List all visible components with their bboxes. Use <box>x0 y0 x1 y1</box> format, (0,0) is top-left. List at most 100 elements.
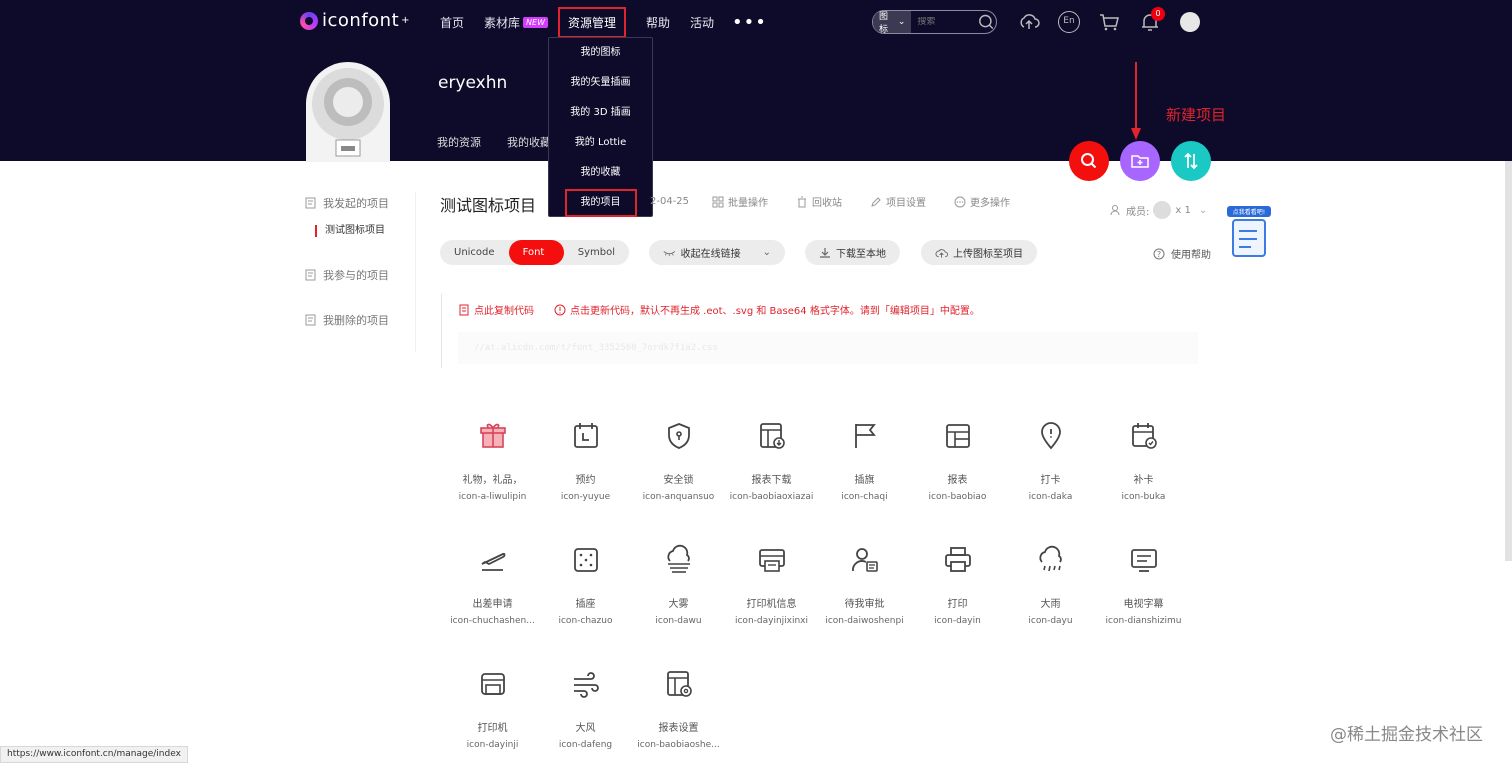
icon-card-class: icon-dayinjixinxi <box>734 616 809 626</box>
icon-card[interactable]: 报表设置 icon-baobiaoshe... <box>632 658 725 763</box>
search-input[interactable] <box>917 17 974 27</box>
search-icon[interactable] <box>977 12 996 32</box>
icon-card-name: 打印 <box>947 599 968 610</box>
cart-icon[interactable] <box>1098 11 1120 33</box>
profile-tab-favorites[interactable]: 我的收藏 <box>507 134 551 150</box>
icon-card[interactable]: 预约 icon-yuyue <box>539 410 632 520</box>
sidebar-item-joined[interactable]: 我参与的项目 <box>305 267 389 283</box>
icon-card[interactable]: 插座 icon-chazuo <box>539 534 632 644</box>
calendar-check-icon <box>1131 423 1157 449</box>
usage-help-link[interactable]: ? 使用帮助 <box>1153 246 1211 261</box>
sort-icon <box>1184 152 1198 170</box>
icon-card-class: icon-baobiaoxiazai <box>729 492 814 502</box>
browser-status-url: https://www.iconfont.cn/manage/index <box>0 746 188 763</box>
icon-card[interactable]: 待我审批 icon-daiwoshenpi <box>818 534 911 644</box>
search-type-select[interactable]: 图标 ⌄ <box>873 11 912 35</box>
sidebar-item-initiated[interactable]: 我发起的项目 <box>305 195 389 211</box>
collapse-link-label: 收起在线链接 <box>680 249 741 260</box>
doc-icon <box>305 269 316 281</box>
iconfont-logo[interactable]: iconfont + <box>300 10 410 31</box>
icon-card-name: 礼物，礼品， <box>462 475 523 486</box>
menu-my-vector[interactable]: 我的矢量插画 <box>549 68 652 98</box>
sort-button[interactable] <box>1171 141 1211 181</box>
search-project-button[interactable] <box>1069 141 1109 181</box>
icon-card-class: icon-baobiao <box>928 492 987 502</box>
nav-materials[interactable]: 素材库 NEW <box>474 0 558 44</box>
menu-my-3d[interactable]: 我的 3D 插画 <box>549 98 652 128</box>
code-url[interactable]: //at.alicdn.com/t/font_3352560_7ordk7f1a… <box>458 332 1198 364</box>
icon-card-class: icon-baobiaoshe... <box>637 740 720 750</box>
icon-card-class: icon-daka <box>1028 492 1073 502</box>
batch-operation-button[interactable]: 批量操作 <box>712 194 768 209</box>
top-header: iconfont + 首页 素材库 NEW 资源管理 帮助 活动 ••• 图标 … <box>0 0 1512 162</box>
download-icon <box>820 247 830 258</box>
sidebar-item-deleted[interactable]: 我删除的项目 <box>305 312 389 328</box>
menu-my-icons[interactable]: 我的图标 <box>549 38 652 68</box>
new-project-button[interactable] <box>1120 141 1160 181</box>
annotation-arrow-icon <box>1131 62 1141 140</box>
user-avatar[interactable] <box>1180 12 1200 32</box>
more-actions-button[interactable]: 更多操作 <box>954 194 1010 209</box>
icon-card[interactable]: 打卡 icon-daka <box>1004 410 1097 520</box>
icon-card[interactable]: 插旗 icon-chaqi <box>818 410 911 520</box>
icon-card[interactable]: 补卡 icon-buka <box>1097 410 1190 520</box>
menu-my-favorites[interactable]: 我的收藏 <box>549 158 652 188</box>
language-toggle[interactable]: En <box>1058 11 1080 33</box>
members-info[interactable]: 成员: x 1 ⌄ <box>1110 201 1207 219</box>
profile-tab-resources[interactable]: 我的资源 <box>437 134 481 150</box>
tab-font-class[interactable]: Font class <box>508 240 564 283</box>
usage-help-label: 使用帮助 <box>1171 250 1211 261</box>
sidebar-item-initiated-label: 我发起的项目 <box>323 197 389 210</box>
copy-code-link[interactable]: 点此复制代码 <box>458 302 534 317</box>
help-circle-icon: ? <box>1153 248 1165 259</box>
icon-card[interactable]: 报表下载 icon-baobiaoxiazai <box>725 410 818 520</box>
icon-card[interactable]: 大雨 icon-dayu <box>1004 534 1097 644</box>
nav-events[interactable]: 活动 <box>680 0 724 44</box>
icon-card[interactable]: 电视字幕 icon-dianshizimu <box>1097 534 1190 644</box>
icon-card[interactable]: 安全锁 icon-anquansuo <box>632 410 725 520</box>
icon-card[interactable]: 礼物，礼品， icon-a-liwulipin <box>446 410 539 520</box>
sidebar-item-current-project[interactable]: 测试图标项目 <box>315 225 385 237</box>
download-local-button[interactable]: 下载至本地 <box>805 240 900 265</box>
printer-info-icon <box>758 549 785 572</box>
icon-card[interactable]: 出差申请 icon-chuchashen... <box>446 534 539 644</box>
icon-card-class: icon-daiwoshenpi <box>825 616 904 626</box>
user-approve-icon <box>851 548 878 572</box>
pencil-icon <box>871 196 881 207</box>
icon-card[interactable]: 大风 icon-dafeng <box>539 658 632 763</box>
tab-unicode[interactable]: Unicode <box>440 240 509 265</box>
copy-code-label: 点此复制代码 <box>474 306 534 317</box>
recycle-bin-button[interactable]: 回收站 <box>796 194 842 209</box>
icon-card[interactable]: 打印机 icon-dayinji <box>446 658 539 763</box>
icon-card-name: 插旗 <box>854 475 875 486</box>
collapse-link-button[interactable]: 收起在线链接 ⌄ <box>649 240 785 265</box>
search-type-label: 图标 <box>879 12 889 35</box>
upload-cloud-icon <box>935 248 948 258</box>
update-code-link[interactable]: 点击更新代码，默认不再生成 .eot、.svg 和 Base64 格式字体。请到… <box>554 302 980 317</box>
nav-home[interactable]: 首页 <box>430 0 474 44</box>
guide-floating-card[interactable]: 点我看看吧! <box>1227 206 1271 260</box>
profile-avatar[interactable] <box>306 62 390 162</box>
icon-card[interactable]: 报表 icon-baobiao <box>911 410 1004 520</box>
icon-card-class: icon-dawu <box>655 616 702 626</box>
upload-cloud-icon[interactable] <box>1018 11 1040 33</box>
upload-icons-button[interactable]: 上传图标至项目 <box>921 240 1037 265</box>
chevron-down-icon: ⌄ <box>1198 204 1208 216</box>
fog-icon <box>666 544 690 573</box>
icon-card-name: 打卡 <box>1040 475 1061 486</box>
icon-card[interactable]: 打印 icon-dayin <box>911 534 1004 644</box>
tab-symbol[interactable]: Symbol <box>564 240 629 265</box>
icon-card-class: icon-chazuo <box>558 616 613 626</box>
page-scrollbar[interactable] <box>1505 161 1512 561</box>
menu-my-projects[interactable]: 我的项目 <box>549 188 652 218</box>
profile-username: eryexhn <box>438 73 508 93</box>
menu-my-lottie[interactable]: 我的 Lottie <box>549 128 652 158</box>
icon-card[interactable]: 大雾 icon-dawu <box>632 534 725 644</box>
nav-more-icon[interactable]: ••• <box>724 12 767 33</box>
icon-card-name: 插座 <box>575 599 596 610</box>
project-settings-button[interactable]: 项目设置 <box>870 194 926 209</box>
upload-icons-label: 上传图标至项目 <box>953 249 1023 260</box>
code-panel: 点此复制代码 点击更新代码，默认不再生成 .eot、.svg 和 Base64 … <box>441 294 1198 368</box>
icon-card[interactable]: 打印机信息 icon-dayinjixinxi <box>725 534 818 644</box>
nav-materials-label: 素材库 <box>484 15 521 30</box>
